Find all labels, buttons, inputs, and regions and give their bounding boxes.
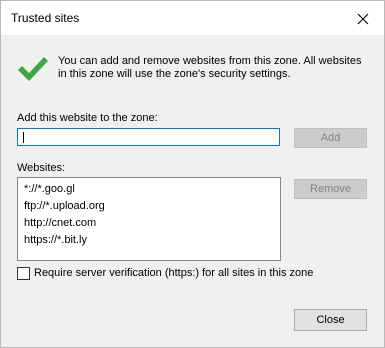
text-caret (23, 132, 24, 143)
add-button[interactable]: Add (294, 128, 367, 148)
https-verification-label: Require server verification (https:) for… (34, 267, 314, 279)
website-input[interactable] (17, 128, 280, 146)
close-button[interactable]: Close (294, 309, 367, 331)
window-title: Trusted sites (11, 11, 80, 25)
add-website-label: Add this website to the zone: (17, 112, 158, 124)
list-item[interactable]: http://cnet.com (24, 215, 280, 232)
green-check-icon (17, 55, 49, 86)
list-item[interactable]: *://*.goo.gl (24, 181, 280, 198)
remove-button[interactable]: Remove (294, 179, 367, 199)
close-icon[interactable] (351, 8, 375, 30)
title-bar: Trusted sites (1, 1, 384, 35)
intro-text: You can add and remove websites from thi… (58, 55, 362, 80)
trusted-sites-dialog: Trusted sites You can add and remove web… (0, 0, 385, 348)
https-verification-checkbox[interactable] (17, 267, 30, 280)
list-item[interactable]: https://*.bit.ly (24, 232, 280, 249)
websites-label: Websites: (17, 162, 66, 174)
websites-list[interactable]: *://*.goo.gl ftp://*.upload.org http://c… (17, 177, 281, 261)
list-item[interactable]: ftp://*.upload.org (24, 198, 280, 215)
